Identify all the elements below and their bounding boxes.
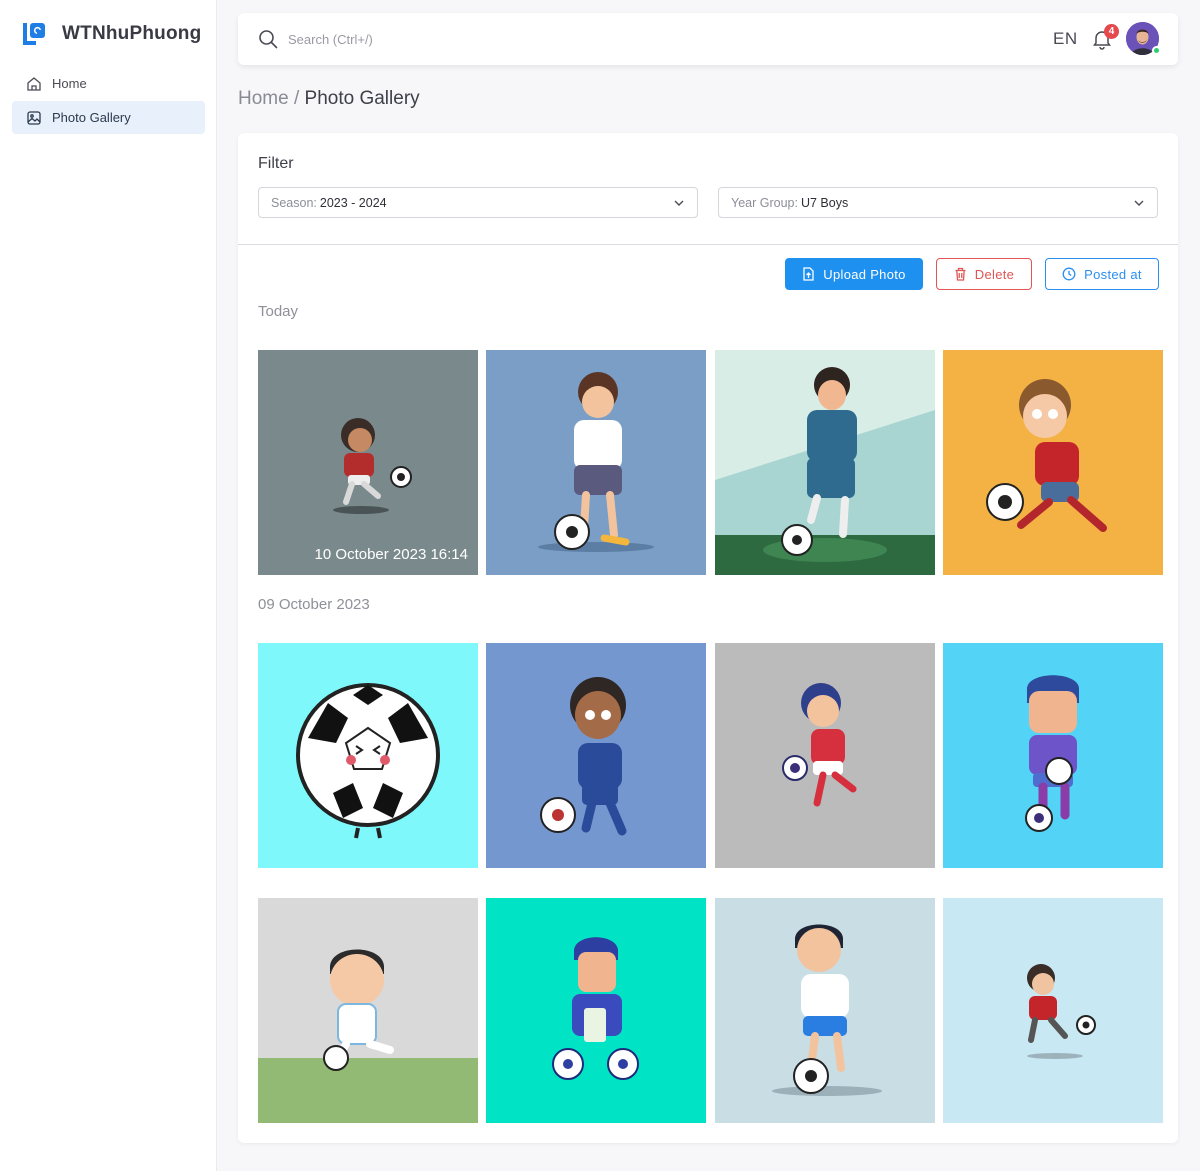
trash-icon — [955, 267, 966, 281]
photo-thumbnail[interactable] — [715, 643, 935, 868]
filter-title: Filter — [258, 155, 294, 172]
upload-photo-button[interactable]: Upload Photo — [785, 258, 923, 290]
breadcrumb-separator: / — [288, 88, 305, 109]
photo-posted-timestamp: 10 October 2023 16:14 — [314, 546, 468, 563]
photo-thumbnail[interactable] — [943, 643, 1163, 868]
photo-thumbnail[interactable] — [943, 350, 1163, 575]
notification-badge: 4 — [1104, 24, 1119, 39]
year-group-select-value: U7 Boys — [800, 195, 849, 210]
upload-photo-label: Upload Photo — [823, 266, 906, 282]
photo-thumbnail[interactable] — [715, 898, 935, 1123]
breadcrumb: Home / Photo Gallery — [238, 88, 420, 110]
clock-icon — [1062, 267, 1076, 281]
language-switcher[interactable]: EN — [1053, 29, 1078, 49]
posted-at-button[interactable]: Posted at — [1045, 258, 1159, 290]
sidebar-nav: Home Photo Gallery — [12, 67, 205, 135]
season-select-value: 2023 - 2024 — [319, 195, 387, 210]
breadcrumb-home[interactable]: Home — [238, 88, 289, 109]
sidebar: WTNhuPhuong Home Photo Gallery — [0, 0, 217, 1171]
season-select-label: Season: — [271, 195, 317, 210]
chevron-down-icon — [1133, 197, 1145, 209]
online-status-dot — [1152, 46, 1161, 55]
season-select[interactable]: Season: 2023 - 2024 — [258, 187, 698, 218]
year-group-select-label: Year Group: — [731, 195, 798, 210]
photo-thumbnail[interactable] — [715, 350, 935, 575]
image-icon — [26, 110, 42, 126]
chevron-down-icon — [673, 197, 685, 209]
home-icon — [26, 76, 42, 92]
brand-name: WTNhuPhuong — [62, 23, 202, 44]
sidebar-item-home[interactable]: Home — [12, 67, 205, 100]
brand[interactable]: WTNhuPhuong — [22, 22, 201, 46]
photo-thumbnail[interactable] — [486, 350, 706, 575]
photo-thumbnail[interactable] — [258, 898, 478, 1123]
search-icon[interactable] — [258, 29, 278, 49]
photo-thumbnail[interactable] — [486, 643, 706, 868]
search-input[interactable] — [288, 27, 588, 51]
sidebar-item-photo-gallery[interactable]: Photo Gallery — [12, 101, 205, 134]
gallery-card: Filter Season: 2023 - 2024 Year Group: U… — [238, 133, 1178, 1143]
delete-label: Delete — [974, 266, 1015, 282]
year-group-select[interactable]: Year Group: U7 Boys — [718, 187, 1158, 218]
group-label-today: Today — [258, 303, 299, 320]
sidebar-item-label: Photo Gallery — [52, 110, 131, 125]
divider — [238, 244, 1178, 245]
photo-thumbnail[interactable] — [486, 898, 706, 1123]
topbar: EN 4 — [238, 13, 1178, 65]
sidebar-item-label: Home — [52, 76, 87, 91]
file-upload-icon — [803, 267, 814, 281]
breadcrumb-current: Photo Gallery — [304, 88, 420, 109]
posted-at-label: Posted at — [1084, 266, 1142, 282]
photo-thumbnail[interactable] — [943, 898, 1163, 1123]
photo-thumbnail[interactable]: 10 October 2023 16:14 — [258, 350, 478, 575]
group-label-date: 09 October 2023 — [258, 596, 370, 613]
delete-button[interactable]: Delete — [936, 258, 1032, 290]
photo-thumbnail[interactable] — [258, 643, 478, 868]
brand-logo-icon — [22, 22, 46, 46]
